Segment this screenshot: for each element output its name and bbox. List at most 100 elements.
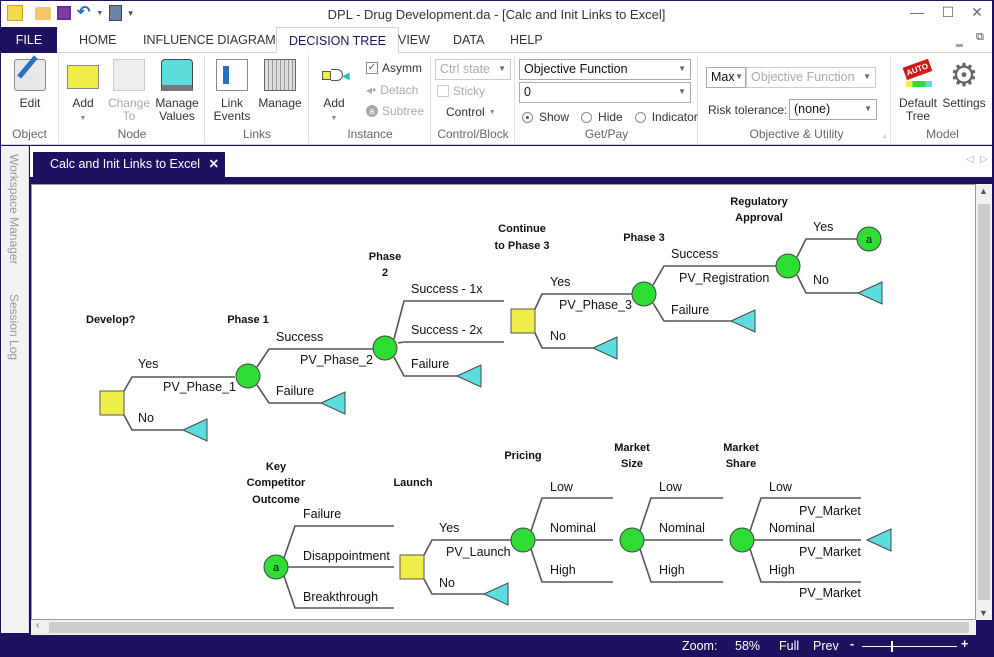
add-instance-button[interactable]: ◀ Add ▼ [314,59,354,125]
chance-node-pricing[interactable] [510,527,536,553]
decision-tree-canvas[interactable]: Develop? Yes PV_Phase_1 No Phase 1 Success PV_… [31,184,976,620]
add-node-button[interactable]: Add ▼ [66,59,100,125]
terminal-phase-2-failure[interactable] [455,364,482,388]
terminal-continue-no[interactable] [591,336,618,360]
zoom-in-icon[interactable]: + [961,637,968,651]
decision-node-continue[interactable] [510,308,536,334]
branch-label-failure: Failure [411,357,449,371]
tab-scroll-right-icon[interactable]: ▷ [980,154,988,165]
chance-node-phase-1[interactable] [235,363,261,389]
zoom-out-icon[interactable]: - [850,637,854,651]
zoom-prev-button[interactable]: Prev [813,639,839,653]
vertical-scrollbar[interactable]: ▲ ▼ [976,184,992,620]
default-tree-button[interactable]: AUTO Default Tree [897,58,939,123]
node-label-regulatory: Regulatory [730,196,788,208]
scroll-up-icon[interactable]: ▲ [979,186,988,196]
scroll-left-icon[interactable]: ‹ [36,620,39,631]
chevron-down-icon: ▼ [678,64,686,73]
tab-home[interactable]: HOME [67,27,129,53]
chance-node-phase-3[interactable] [631,281,657,307]
decision-node-develop[interactable] [99,390,125,416]
zoom-slider[interactable] [862,641,957,652]
tab-file[interactable]: FILE [1,27,57,53]
edit-button[interactable]: Edit [13,55,47,110]
hide-radio[interactable] [581,111,593,123]
close-tab-icon[interactable]: ✕ [209,152,219,177]
terminal-regulatory-no[interactable] [856,281,883,305]
group-links: Link Events Manage Links [206,55,309,143]
session-log-tab[interactable]: Session Log [7,294,21,360]
detach-button[interactable]: ◂• Detach [366,83,418,97]
node-label-competitor-line2: Competitor [247,477,306,489]
chevron-down-icon: ▼ [863,72,871,81]
value-label-pv-market-nominal: PV_Market [799,545,861,559]
tab-data[interactable]: DATA [441,27,496,53]
branch-label-high: High [659,563,685,577]
terminal-market-share[interactable] [865,528,892,552]
branch-regulatory-yes[interactable] [796,238,858,258]
control-label: Control [446,105,485,119]
ctrl-state-dropdown[interactable]: Ctrl state ▼ [435,59,511,80]
decision-node-icon [67,65,99,89]
branch-label-failure: Failure [303,507,341,521]
branch-label-failure: Failure [671,303,709,317]
node-label-market-share-line2: Share [726,458,757,470]
chance-node-market-share[interactable] [729,527,755,553]
index-dropdown[interactable]: 0 ▼ [519,82,691,103]
minimize-icon[interactable]: — [903,4,931,24]
tab-influence-diagram[interactable]: INFLUENCE DIAGRAM [131,27,288,53]
branch-phase-2-success-2x[interactable] [397,341,504,344]
terminal-phase-3-failure[interactable] [729,309,756,333]
tab-view[interactable]: VIEW [386,27,442,53]
doc-restore-icon[interactable]: ⧉ [976,31,984,44]
terminal-phase-1-failure[interactable] [319,391,346,415]
group-label-links: Links [242,127,271,141]
branch-label-success-2x: Success - 2x [411,323,483,337]
vertical-scroll-thumb[interactable] [978,204,990,600]
sticky-checkbox[interactable]: Sticky [437,84,485,98]
branch-label-success: Success [276,330,323,344]
indicator-radio[interactable] [634,111,646,123]
scroll-down-icon[interactable]: ▼ [979,608,988,618]
zoom-full-button[interactable]: Full [779,639,799,653]
max-min-dropdown[interactable]: Max ▼ [706,67,746,88]
workspace-manager-tab[interactable]: Workspace Manager [7,154,21,265]
change-to-button[interactable]: Change To [107,59,151,123]
function-dropdown[interactable]: Objective Function ▼ [519,59,691,80]
terminal-develop-no[interactable] [181,418,208,442]
show-radio[interactable] [522,111,533,123]
settings-button[interactable]: ⚙ Settings [941,59,987,110]
tab-scroll-left-icon[interactable]: ◁ [966,154,974,165]
maximize-icon[interactable]: ☐ [934,4,962,24]
asymm-checkbox[interactable]: ✓ Asymm [366,61,422,75]
zoom-slider-thumb[interactable] [890,641,893,652]
horizontal-scroll-thumb[interactable] [49,622,969,633]
group-label-get-pay: Get/Pay [584,127,629,141]
horizontal-scrollbar[interactable]: ‹ [31,620,976,635]
branch-label-yes: Yes [550,275,570,289]
manage-values-button[interactable]: Manage Values [152,59,202,123]
branch-label-high: High [769,563,795,577]
mode-value: Max [711,70,735,84]
terminal-launch-no[interactable] [482,582,509,606]
tab-decision-tree[interactable]: DECISION TREE [276,27,400,53]
manage-links-icon [264,59,296,91]
manage-links-button[interactable]: Manage [256,59,304,110]
dialog-launcher-icon[interactable]: ⌟ [882,130,886,139]
objective-function-dropdown[interactable]: Objective Function ▼ [746,67,876,88]
risk-tolerance-dropdown[interactable]: (none) ▼ [789,99,877,120]
title-bar: ↶ ▼ ▾ DPL - Drug Development.da - [Calc … [1,1,992,27]
chance-node-regulatory[interactable] [775,253,801,279]
close-icon[interactable]: ✕ [963,4,991,24]
subtree-button[interactable]: a Subtree [366,104,424,118]
control-dropdown[interactable]: Control ▼ [446,105,496,119]
chance-node-phase-2[interactable] [372,335,398,361]
link-events-button[interactable]: Link Events [212,59,252,123]
value-label-pv-phase-1: PV_Phase_1 [163,380,236,394]
chance-node-market-size[interactable] [619,527,645,553]
document-tab[interactable]: Calc and Init Links to Excel ✕ [33,152,225,177]
node-label-phase-2: Phase [369,251,401,263]
doc-minimize-icon[interactable]: ‗ [956,33,963,47]
decision-node-launch[interactable] [399,554,425,580]
tab-help[interactable]: HELP [498,27,555,53]
